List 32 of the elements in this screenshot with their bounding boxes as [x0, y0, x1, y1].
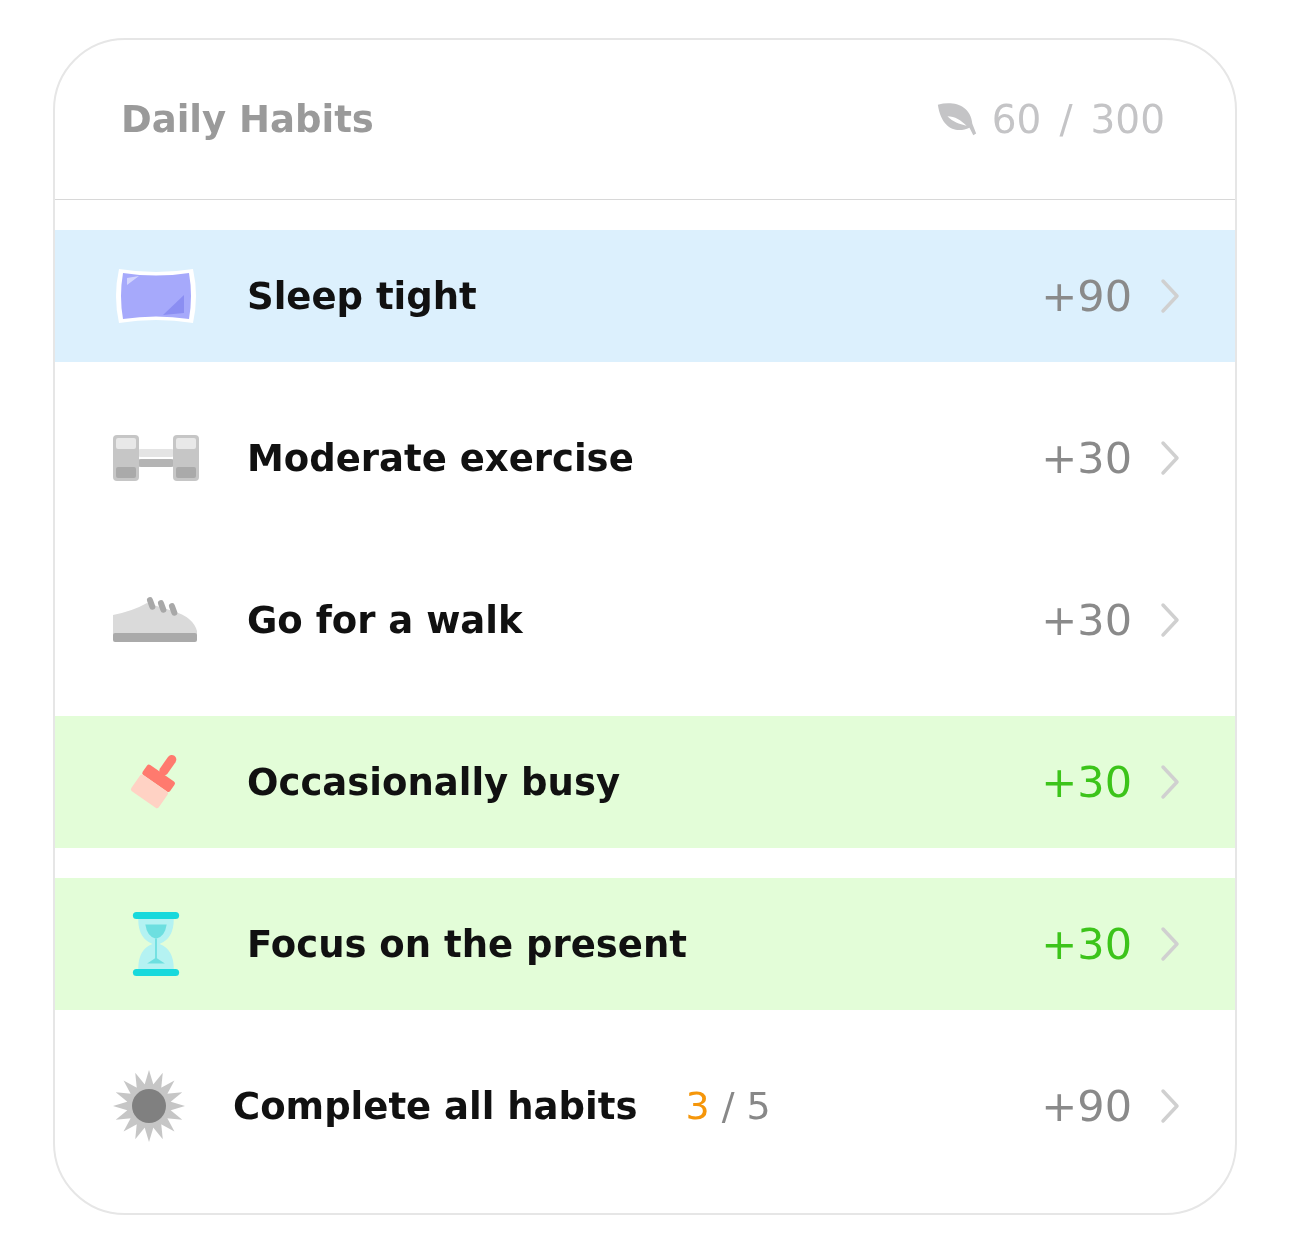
sunflower-icon [113, 1070, 185, 1142]
habit-row[interactable]: Go for a walk +30 [55, 554, 1235, 686]
progress-target: 5 [746, 1084, 771, 1128]
habit-points: +30 [1041, 757, 1132, 807]
habit-row[interactable]: Moderate exercise +30 [55, 392, 1235, 524]
habit-row[interactable]: Sleep tight +90 [55, 230, 1235, 362]
progress-count: 3 [685, 1084, 710, 1128]
habit-name: Go for a walk [247, 598, 523, 642]
habit-points: +30 [1041, 919, 1132, 969]
habit-row[interactable]: Occasionally busy +30 [55, 716, 1235, 848]
chevron-icon [1160, 278, 1180, 314]
habit-row[interactable]: Focus on the present +30 [55, 878, 1235, 1010]
card-title: Daily Habits [121, 98, 374, 141]
habit-points: +90 [1041, 1081, 1132, 1131]
chevron-icon [1160, 764, 1180, 800]
chevron-icon [1160, 602, 1180, 638]
habit-name: Complete all habits [233, 1084, 638, 1128]
progress-separator: / [721, 1084, 735, 1128]
points-earned: 60 [991, 97, 1042, 142]
points-total: 300 [1090, 97, 1165, 142]
habit-points: +30 [1041, 433, 1132, 483]
habit-name: Sleep tight [247, 274, 477, 318]
habit-name: Focus on the present [247, 922, 687, 966]
points-separator: / [1059, 97, 1073, 142]
habit-name: Occasionally busy [247, 760, 621, 804]
habit-row[interactable]: Complete all habits 3 / 5 +90 [55, 1040, 1235, 1172]
chevron-icon [1160, 440, 1180, 476]
habit-name: Moderate exercise [247, 436, 634, 480]
habit-points: +30 [1041, 595, 1132, 645]
habit-points: +90 [1041, 271, 1132, 321]
chevron-icon [1160, 926, 1180, 962]
chevron-icon [1160, 1088, 1180, 1124]
